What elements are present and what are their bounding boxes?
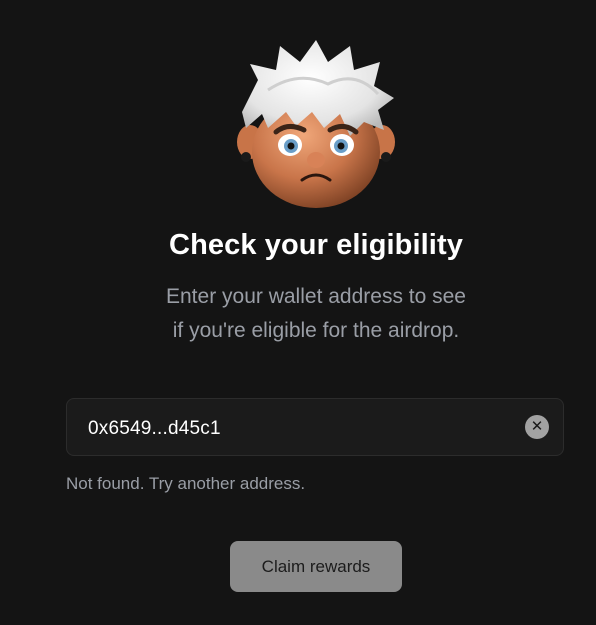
subtitle-line-1: Enter your wallet address to see: [166, 285, 466, 308]
subtitle-line-2: if you're eligible for the airdrop.: [172, 319, 460, 342]
error-message: Not found. Try another address.: [66, 474, 306, 493]
wallet-address-value[interactable]: 0x6549...d45c1: [88, 418, 221, 440]
wallet-address-input[interactable]: 0x6549...d45c1 ✕: [66, 398, 564, 456]
page-title: Check your eligibility: [169, 229, 463, 261]
eligibility-page: Check your eligibility Enter your wallet…: [0, 0, 596, 625]
claim-rewards-button[interactable]: Claim rewards: [230, 541, 402, 592]
sad-avatar-icon: [237, 40, 395, 208]
close-icon[interactable]: ✕: [525, 415, 549, 439]
